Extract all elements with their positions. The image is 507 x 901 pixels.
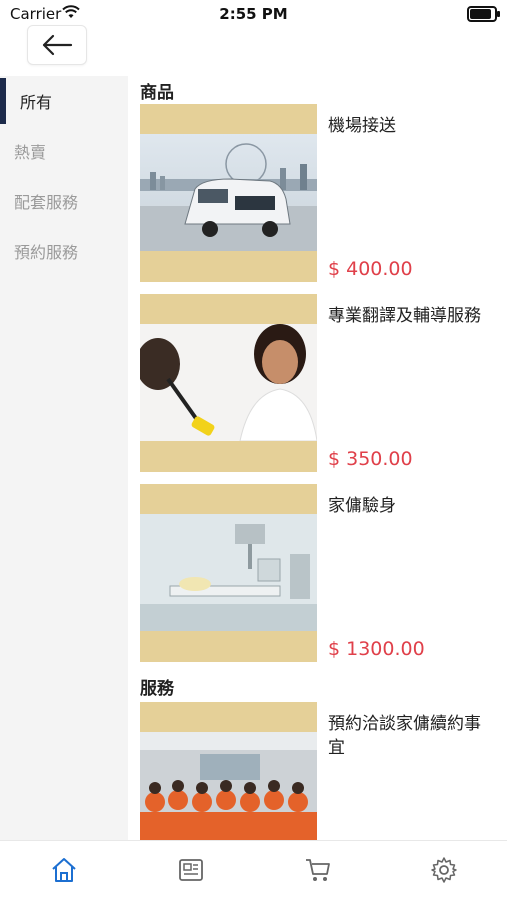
clock: 2:55 PM — [219, 5, 288, 23]
service-image — [140, 702, 317, 842]
cart-icon[interactable] — [304, 856, 332, 884]
product-name: 家傭驗身 — [328, 496, 396, 516]
product-price: $ 1300.00 — [328, 638, 425, 660]
sidebar-item-hot[interactable]: 熱賣 — [0, 126, 128, 176]
section-title-services: 服務 — [140, 679, 174, 699]
service-card[interactable]: 預約洽談家傭續約事宜 — [140, 702, 500, 842]
gear-icon[interactable] — [430, 856, 458, 884]
group-orange-shirts-photo — [140, 732, 317, 842]
sidebar-item-all[interactable]: 所有 — [0, 76, 128, 126]
category-sidebar: 所有 熱賣 配套服務 預約服務 — [0, 76, 128, 842]
product-card[interactable]: 家傭驗身 $ 1300.00 — [140, 484, 500, 662]
product-card[interactable]: 機場接送 $ 400.00 — [140, 104, 500, 282]
minivan-photo — [140, 134, 317, 251]
status-bar: Carrier 2:55 PM — [0, 0, 507, 28]
news-icon[interactable] — [177, 856, 205, 884]
product-price: $ 400.00 — [328, 258, 413, 280]
battery-icon — [467, 6, 500, 22]
sidebar-item-label: 預約服務 — [14, 243, 79, 262]
product-card[interactable]: 專業翻譯及輔導服務 $ 350.00 — [140, 294, 500, 472]
section-title-products: 商品 — [140, 83, 174, 103]
sidebar-item-label: 熱賣 — [14, 143, 47, 162]
woman-duster-photo — [140, 324, 317, 441]
back-button[interactable] — [27, 25, 87, 65]
product-image — [140, 484, 317, 662]
sidebar-item-label: 配套服務 — [14, 193, 79, 212]
sidebar-item-package-services[interactable]: 配套服務 — [0, 176, 128, 226]
product-image — [140, 294, 317, 472]
product-list: 商品 機場接送 $ 400.00 專業翻譯及輔導服務 $ 350.00 家傭驗身… — [128, 76, 507, 842]
bottom-tab-bar — [0, 840, 507, 901]
sidebar-item-booking-services[interactable]: 預約服務 — [0, 226, 128, 276]
product-price: $ 350.00 — [328, 448, 413, 470]
xray-room-photo — [140, 514, 317, 631]
service-name: 預約洽談家傭續約事宜 — [328, 714, 481, 758]
product-name: 機場接送 — [328, 116, 396, 136]
home-icon[interactable] — [50, 856, 78, 884]
back-arrow-icon — [42, 34, 73, 56]
sidebar-item-label: 所有 — [20, 93, 53, 112]
product-name: 專業翻譯及輔導服務 — [328, 306, 481, 326]
product-image — [140, 104, 317, 282]
